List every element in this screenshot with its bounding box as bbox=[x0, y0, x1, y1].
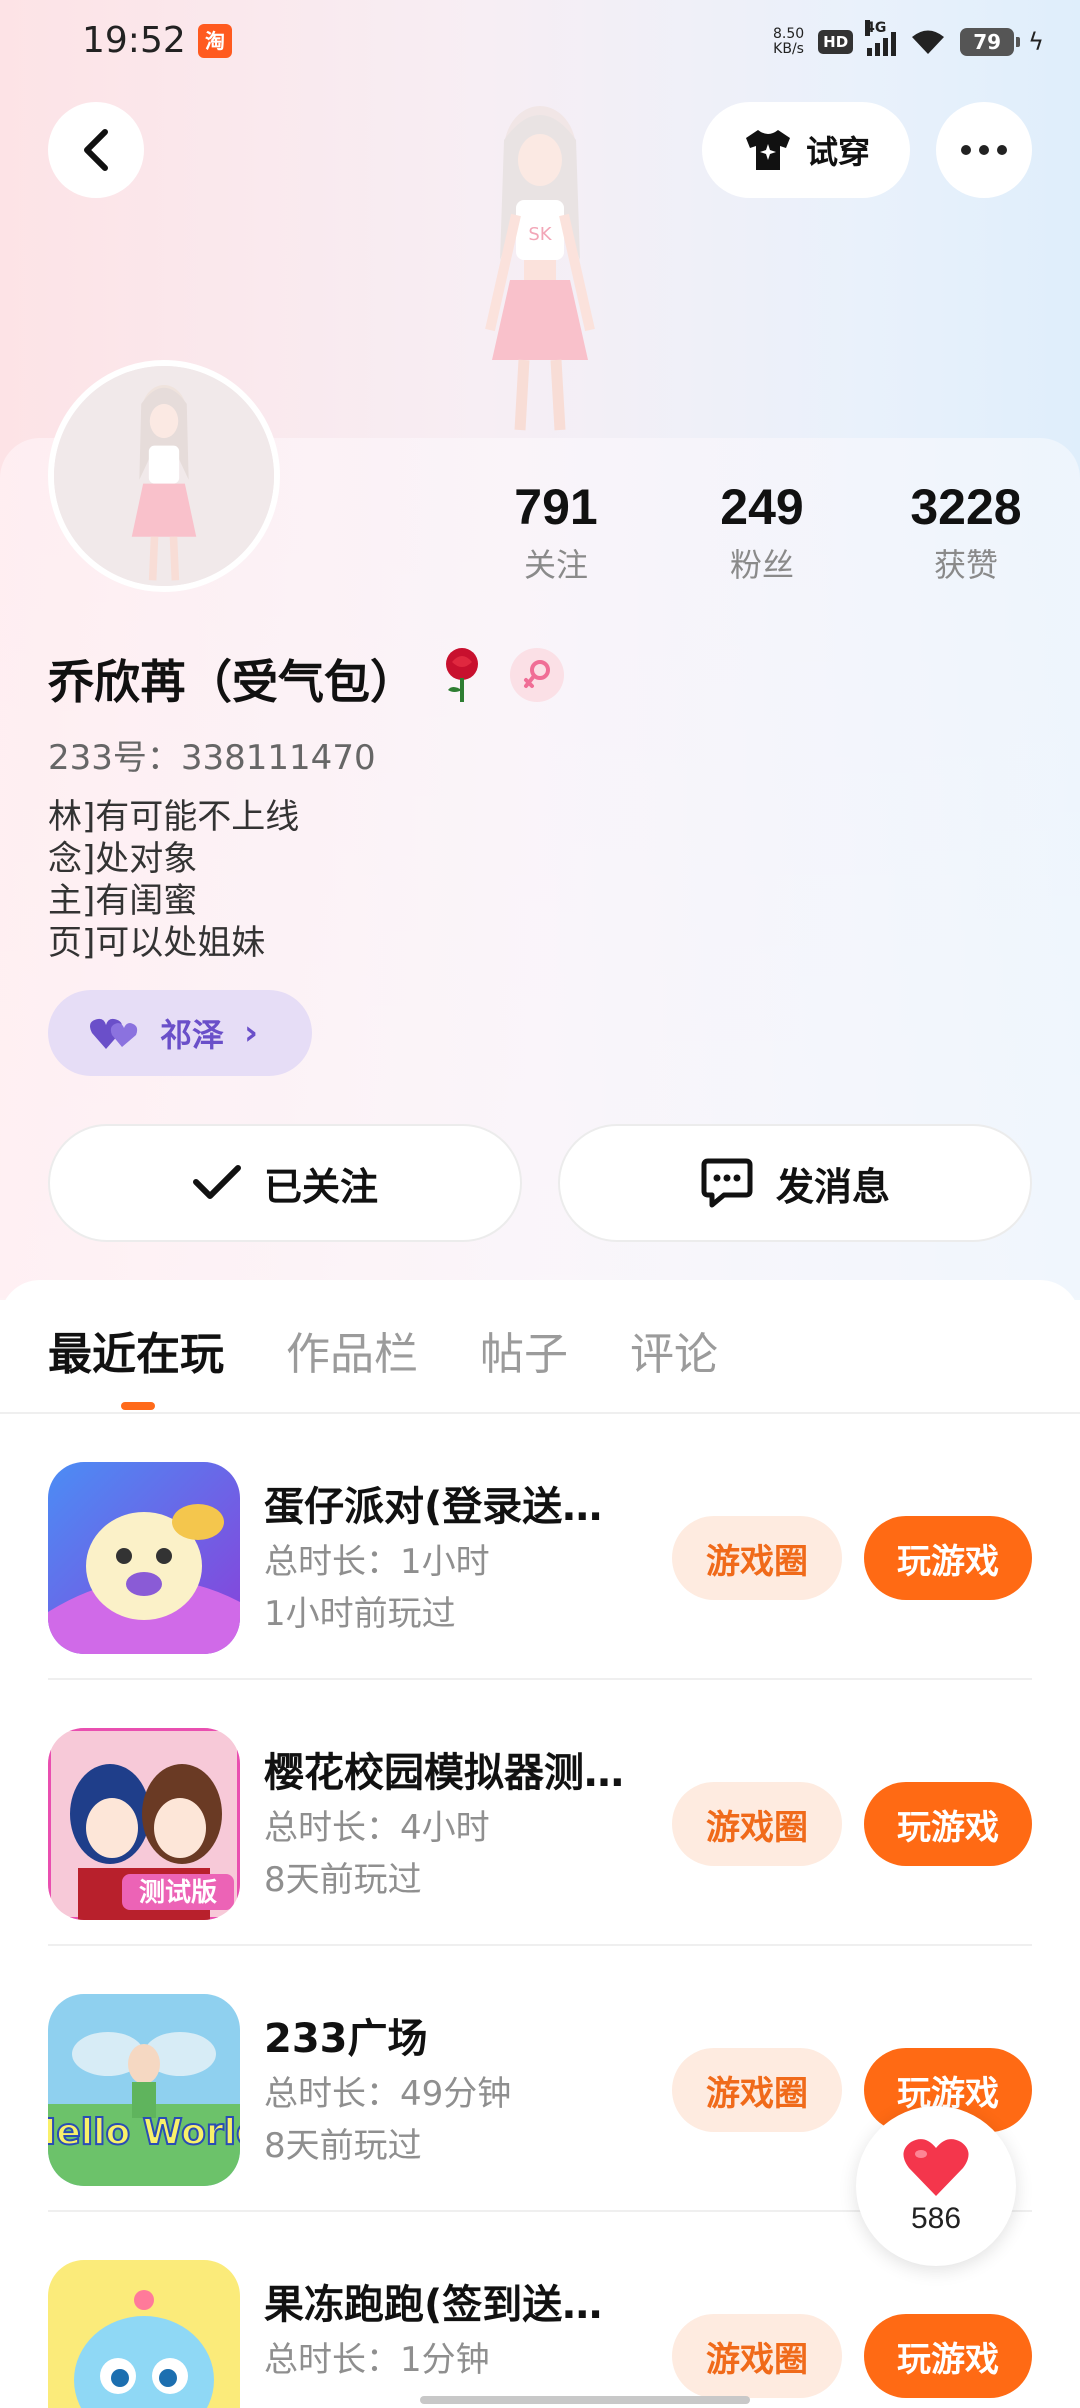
home-indicator[interactable] bbox=[420, 2396, 750, 2404]
chat-bubble-icon bbox=[701, 1158, 753, 1208]
game-title: 233广场 bbox=[264, 2016, 428, 2062]
tab-recently-played[interactable]: 最近在玩 bbox=[48, 1318, 224, 1382]
taobao-icon: 淘 bbox=[198, 24, 232, 58]
avatar[interactable] bbox=[48, 360, 280, 592]
like-count: 586 bbox=[910, 2202, 962, 2235]
game-circle-button[interactable]: 游戏圈 bbox=[672, 2314, 842, 2398]
play-game-button[interactable]: 玩游戏 bbox=[864, 1782, 1032, 1866]
followers-label: 粉丝 bbox=[729, 546, 794, 584]
game-duration: 总时长：1小时 bbox=[264, 1542, 490, 1582]
bio-line: 页]可以处姐妹 bbox=[48, 923, 266, 963]
game-icon-233-plaza: Hello World bbox=[48, 1994, 240, 2186]
following-label: 关注 bbox=[523, 546, 588, 584]
tab-posts[interactable]: 帖子 bbox=[480, 1318, 568, 1382]
hello-world-text: Hello World bbox=[48, 2112, 240, 2153]
back-button[interactable] bbox=[48, 102, 144, 198]
user-name: 乔欣苒（受气包） bbox=[48, 655, 416, 709]
rose-icon bbox=[446, 648, 478, 702]
game-title: 蛋仔派对(登录送… bbox=[264, 1484, 603, 1530]
likes-label: 获赞 bbox=[933, 546, 998, 584]
game-last-played: 8天前玩过 bbox=[264, 1860, 422, 1900]
net-speed: 8.50 KB/s bbox=[773, 27, 804, 57]
chevron-left-icon bbox=[84, 129, 108, 171]
signal-icon: 4G bbox=[865, 20, 897, 56]
check-icon bbox=[192, 1165, 241, 1199]
game-icon-jelly-run bbox=[48, 2260, 240, 2408]
game-last-played: 1小时前玩过 bbox=[264, 1594, 456, 1634]
like-button[interactable]: 586 bbox=[856, 2106, 1016, 2266]
user-id: 233号：338111470 bbox=[48, 738, 376, 778]
try-on-label: 试穿 bbox=[805, 133, 870, 171]
stat-followers[interactable]: 249 粉丝 bbox=[682, 478, 842, 586]
charging-icon: ϟ bbox=[1028, 28, 1044, 56]
game-title: 果冻跑跑(签到送… bbox=[264, 2282, 603, 2328]
bio-line: 念]处对象 bbox=[48, 839, 198, 879]
followed-label: 已关注 bbox=[263, 1164, 378, 1209]
hearts-icon bbox=[90, 1018, 138, 1049]
battery-icon: 79 bbox=[960, 28, 1021, 56]
more-button[interactable] bbox=[936, 102, 1032, 198]
network-type: 4G bbox=[865, 20, 887, 36]
tab-comments[interactable]: 评论 bbox=[630, 1318, 718, 1382]
game-row[interactable]: 测试版 樱花校园模拟器测… 总时长：4小时 8天前玩过 游戏圈 玩游戏 bbox=[48, 1680, 1032, 1946]
game-icon-sakura-school: 测试版 bbox=[48, 1728, 240, 1920]
more-icon bbox=[961, 145, 971, 155]
svg-text:SK: SK bbox=[528, 224, 552, 245]
game-duration: 总时长：1分钟 bbox=[264, 2340, 490, 2380]
tshirt-icon bbox=[745, 130, 790, 170]
play-game-button[interactable]: 玩游戏 bbox=[864, 2314, 1032, 2398]
stat-likes[interactable]: 3228 获赞 bbox=[886, 478, 1046, 586]
bio: 林]有可能不上线 念]处对象 主]有闺蜜 页]可以处姐妹 bbox=[48, 796, 299, 964]
heart-icon bbox=[903, 2139, 969, 2196]
wifi-icon bbox=[910, 28, 946, 56]
game-row[interactable]: 蛋仔派对(登录送… 总时长：1小时 1小时前玩过 游戏圈 玩游戏 bbox=[48, 1414, 1032, 1680]
game-title: 樱花校园模拟器测… bbox=[264, 1750, 624, 1796]
battery-level: 79 bbox=[973, 30, 1002, 54]
cp-name: 祁泽 bbox=[160, 1016, 225, 1054]
try-on-button[interactable]: 试穿 bbox=[702, 102, 910, 198]
bio-line: 林]有可能不上线 bbox=[48, 797, 300, 837]
following-count: 791 bbox=[514, 479, 598, 535]
game-duration: 总时长：4小时 bbox=[264, 1808, 490, 1848]
game-icon-eggy-party bbox=[48, 1462, 240, 1654]
avatar-figure: SK bbox=[485, 106, 595, 431]
likes-count: 3228 bbox=[910, 479, 1022, 535]
cp-relation-button[interactable]: 祁泽 › bbox=[48, 990, 312, 1076]
hd-badge: HD bbox=[818, 30, 854, 54]
followers-count: 249 bbox=[720, 479, 804, 535]
tab-works[interactable]: 作品栏 bbox=[286, 1318, 418, 1382]
followed-button[interactable]: 已关注 bbox=[48, 1124, 522, 1242]
chevron-right-icon: › bbox=[244, 1013, 259, 1053]
game-circle-button[interactable]: 游戏圈 bbox=[672, 2048, 842, 2132]
status-icons: 8.50 KB/s HD 4G 79 ϟ bbox=[773, 20, 1044, 62]
net-speed-value: 8.50 bbox=[772, 26, 805, 42]
female-icon bbox=[510, 648, 564, 702]
bio-line: 主]有闺蜜 bbox=[48, 881, 198, 921]
stat-following[interactable]: 791 关注 bbox=[476, 478, 636, 586]
game-duration: 总时长：49分钟 bbox=[264, 2074, 512, 2114]
net-speed-unit: KB/s bbox=[773, 41, 804, 57]
status-bar: 19:52 淘 8.50 KB/s HD 4G 79 ϟ bbox=[0, 0, 1080, 84]
send-message-button[interactable]: 发消息 bbox=[558, 1124, 1032, 1242]
profile-tabs: 最近在玩 作品栏 帖子 评论 bbox=[48, 1318, 718, 1382]
status-time: 19:52 bbox=[82, 20, 186, 61]
tab-indicator bbox=[121, 1402, 155, 1410]
game-last-played: 8天前玩过 bbox=[264, 2126, 422, 2166]
send-message-label: 发消息 bbox=[775, 1164, 890, 1209]
testing-badge: 测试版 bbox=[139, 1878, 217, 1908]
game-circle-button[interactable]: 游戏圈 bbox=[672, 1782, 842, 1866]
avatar-figure-small bbox=[54, 366, 274, 586]
game-circle-button[interactable]: 游戏圈 bbox=[672, 1516, 842, 1600]
play-game-button[interactable]: 玩游戏 bbox=[864, 1516, 1032, 1600]
